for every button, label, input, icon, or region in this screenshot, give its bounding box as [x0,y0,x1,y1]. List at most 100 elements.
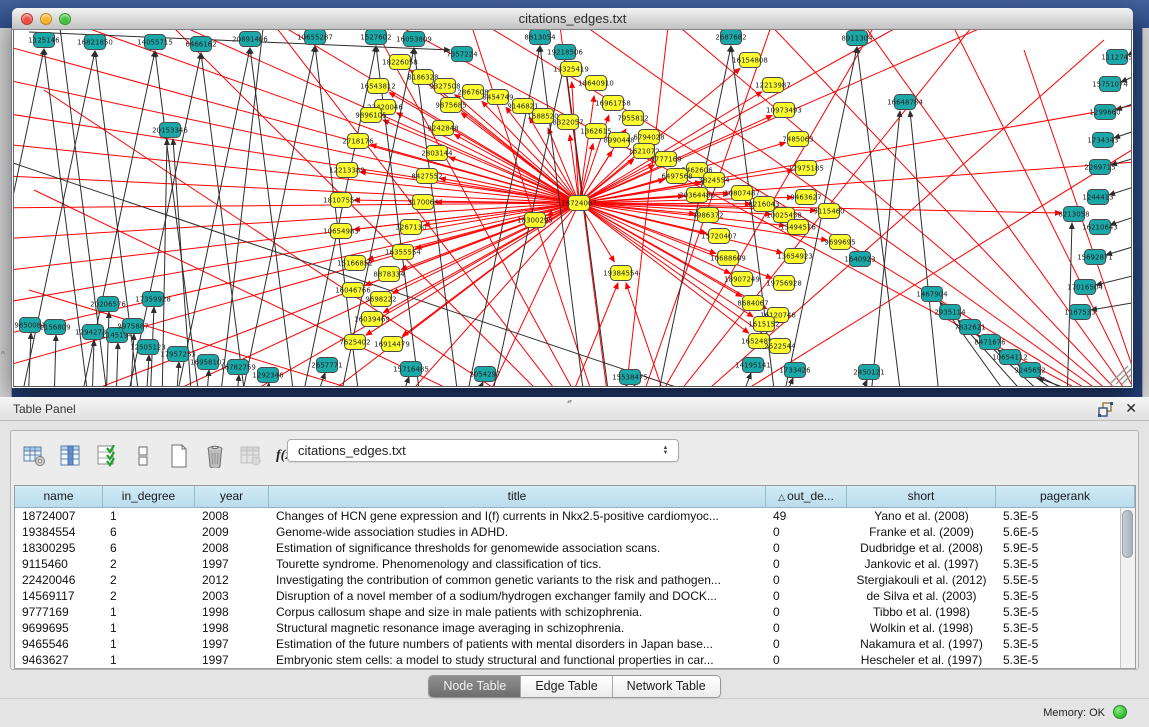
table-row[interactable]: 946362711997Embryonic stem cells: a mode… [15,652,1135,668]
cell-year: 1997 [195,556,269,572]
memory-ok-indicator-icon[interactable] [1113,705,1127,719]
tab-edge-table[interactable]: Edge Table [521,676,612,697]
cell-indeg: 2 [103,588,195,604]
delete-icon[interactable] [201,443,228,470]
cell-pagerank: 5.3E-5 [996,508,1135,524]
canvas-resize-grip-icon[interactable] [1110,366,1132,384]
column-header-year[interactable]: year [195,486,269,507]
cell-indeg: 2 [103,556,195,572]
scrollbar-thumb[interactable] [1122,510,1133,558]
graph-node-label: 6466162 [185,41,216,49]
table-selector-value: citations_edges.txt [298,443,406,458]
cell-year: 1997 [195,636,269,652]
table-selector-dropdown[interactable]: citations_edges.txt ▲ ▼ [287,439,679,462]
table-row[interactable]: 1872400712008Changes of HCN gene express… [15,508,1135,524]
graph-node-label: 16039469 [354,316,390,324]
graph-node-label: 13654923 [777,253,813,261]
graph-node-label: 1125146 [28,37,60,45]
attribute-table: namein_degreeyeartitle△out_de...shortpag… [14,485,1136,669]
graph-node-label: 14195141 [735,362,771,370]
cell-title: Estimation of significance thresholds fo… [269,540,766,556]
cell-year: 2008 [195,508,269,524]
graph-node-label: 1156809 [39,324,70,332]
graph-node-label: 9115460 [813,208,844,216]
table-row[interactable]: 977716911998Corpus callosum shape and si… [15,604,1135,620]
column-header-in-degree[interactable]: in_degree [103,486,195,507]
citation-network-graph[interactable]: 1822605881863289327508286760884547499875… [14,30,1132,387]
graph-node-label: 7986372 [692,212,723,220]
float-panel-icon[interactable] [1098,402,1113,417]
vertical-scrollbar[interactable] [1120,508,1135,668]
cell-outdeg: 49 [766,508,847,524]
cell-pagerank: 5.9E-5 [996,540,1135,556]
cell-pagerank: 5.3E-5 [996,588,1135,604]
graph-node-label: 1640923 [844,256,875,264]
cell-indeg: 2 [103,572,195,588]
splitter-handle[interactable]: ▴▾ [567,398,571,405]
new-document-icon[interactable] [165,443,192,470]
graph-node-label: 7357224 [446,51,478,59]
tab-network-table[interactable]: Network Table [613,676,720,697]
graph-node-label: 2935114 [934,309,966,317]
cell-name: 9465546 [15,636,103,652]
graph-node-label: 18107554 [323,197,359,205]
close-panel-icon[interactable]: ✕ [1125,400,1137,417]
graph-node-label: 2269715 [1084,164,1115,172]
table-row[interactable]: 911546021997Tourette syndrome. Phenomeno… [15,556,1135,572]
graph-nodes: 1822605881863289327508286760884547499875… [14,30,1132,385]
window-titlebar[interactable]: citations_edges.txt [12,8,1133,30]
table-header-row: namein_degreeyeartitle△out_de...shortpag… [15,486,1135,508]
table-row[interactable]: 969969511998Structural magnetic resonanc… [15,620,1135,636]
graph-node-label: 18226058 [382,59,418,67]
graph-node-label: 1244413 [1082,194,1113,202]
column-header-short[interactable]: short [847,486,996,507]
graph-node-label: 16914479 [374,341,410,349]
cell-name: 18300295 [15,540,103,556]
graph-node-label: 13325419 [553,66,589,74]
table-row[interactable]: 946554611997Estimation of the future num… [15,636,1135,652]
column-header-name[interactable]: name [15,486,103,507]
graph-node-label: 10807487 [724,190,760,198]
import-checked-icon[interactable] [93,443,120,470]
cell-title: Embryonic stem cells: a model to study s… [269,652,766,668]
graph-node-label: 17957253 [160,351,196,359]
rows-icon[interactable] [129,443,156,470]
column-header-title[interactable]: title [269,486,766,507]
graph-node-label: 10025458 [766,212,802,220]
graph-node-label: 1621072 [628,148,659,156]
graph-node-label: 8213058 [1058,211,1089,219]
cell-name: 9777169 [15,604,103,620]
cell-indeg: 1 [103,604,195,620]
tab-node-table[interactable]: Node Table [429,676,521,697]
table-row[interactable]: 1830029562008Estimation of significance … [15,540,1135,556]
cell-indeg: 1 [103,508,195,524]
graph-node-label: 9777169 [650,156,681,164]
cell-title: Corpus callosum shape and size in male p… [269,604,766,620]
disabled-table-icon[interactable] [237,443,264,470]
network-canvas[interactable]: 1822605881863289327508286760884547499875… [13,30,1132,387]
show-columns-icon[interactable] [57,443,84,470]
table-row[interactable]: 1456911722003Disruption of a novel membe… [15,588,1135,604]
table-body: 1872400712008Changes of HCN gene express… [15,508,1135,668]
table-row[interactable]: 1938455462009Genome-wide association stu… [15,524,1135,540]
cell-name: 18724007 [15,508,103,524]
cell-pagerank: 5.3E-5 [996,636,1135,652]
table-row[interactable]: 2242004622012Investigating the contribut… [15,572,1135,588]
left-strip-caret-icon[interactable]: ^ [1,350,5,359]
cell-pagerank: 5.3E-5 [996,556,1135,572]
graph-node-label: 3170064 [407,199,439,207]
graph-node-label: 6497568 [661,173,692,181]
cell-year: 2008 [195,540,269,556]
graph-node-label: 14055715 [137,39,173,47]
table-settings-icon[interactable] [21,443,48,470]
column-header-pagerank[interactable]: pagerank [996,486,1135,507]
graph-node-label: 20153346 [152,127,188,135]
graph-node-label: 20206576 [90,301,126,309]
segmented-control: Node TableEdge TableNetwork Table [428,675,720,698]
cell-indeg: 1 [103,652,195,668]
cell-short: de Silva et al. (2003) [847,588,996,604]
graph-node-label: 7955812 [617,115,648,123]
cell-year: 1998 [195,620,269,636]
column-header-out-de-[interactable]: △out_de... [766,486,847,507]
cell-pagerank: 5.6E-5 [996,524,1135,540]
